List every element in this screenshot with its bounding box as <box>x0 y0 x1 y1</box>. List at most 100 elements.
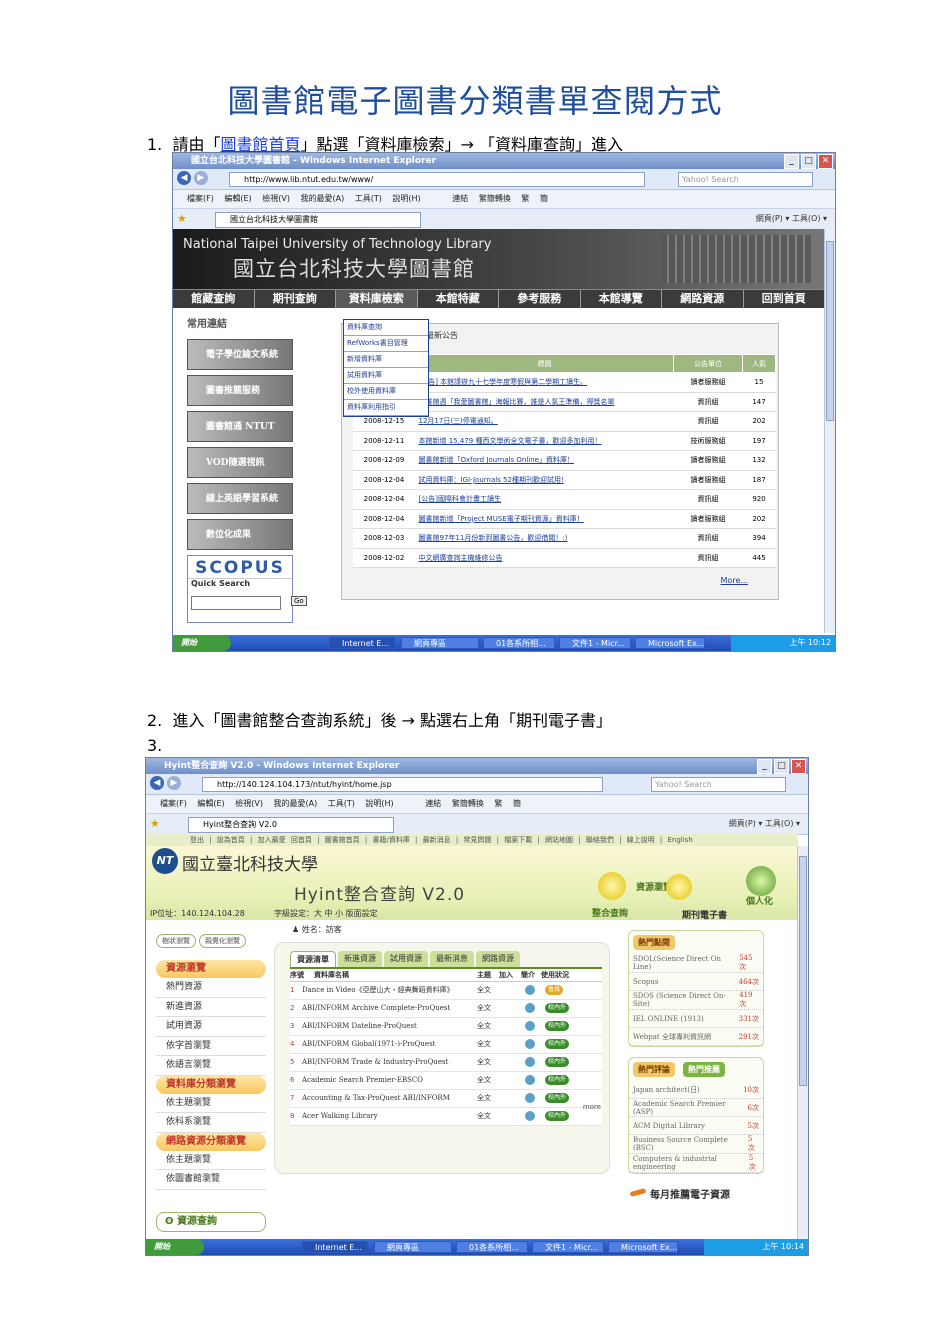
resource-more-link[interactable]: more <box>583 1103 601 1111</box>
menu-offcampus[interactable]: 校外使用資料庫 <box>344 384 428 400</box>
task-folder[interactable]: 01各系所相... <box>483 637 555 649</box>
menu-refworks[interactable]: RefWorks書目管理 <box>344 336 428 352</box>
close-button[interactable]: ✕ <box>818 154 833 169</box>
maximize-button[interactable]: □ <box>774 759 789 774</box>
news-title[interactable]: 中文網廣查詢主機維修公告 <box>415 548 674 568</box>
menu-extra[interactable]: 連結 繁簡轉換 繁 簡 <box>452 194 548 203</box>
url-field[interactable]: http://www.lib.ntut.edu.tw/www/ <box>229 172 645 187</box>
sidebar-by-letter[interactable]: 依字首瀏覽 <box>156 1037 266 1056</box>
tab-web-resources[interactable]: 網路資源 <box>476 951 520 967</box>
task-word[interactable]: 文件1 - Micr... <box>532 1241 604 1253</box>
maximize-button[interactable]: □ <box>801 154 816 169</box>
integrated-search-label[interactable]: 整合查詢 <box>592 906 628 919</box>
nav-catalog[interactable]: 館藏查詢 <box>173 290 255 308</box>
info-icon[interactable] <box>525 1111 535 1121</box>
search-box[interactable]: Yahoo! Search <box>678 172 813 187</box>
info-icon[interactable] <box>525 1021 535 1031</box>
scrollbar-thumb[interactable] <box>799 856 807 1086</box>
tab-trial-resources[interactable]: 試用資源 <box>384 951 428 967</box>
link-english[interactable]: 線上英語學習系統 <box>187 483 293 514</box>
personal-icon[interactable] <box>746 866 776 896</box>
nav-guide[interactable]: 本館導覽 <box>581 290 662 308</box>
section-web-category[interactable]: 網路資源分類瀏覽 <box>156 1132 266 1151</box>
resource-add[interactable] <box>503 1054 525 1071</box>
task-web[interactable]: 網頁專區 <box>374 1241 452 1253</box>
hot-item[interactable]: Japan architect(日) 10次 <box>629 1081 763 1099</box>
font-size-setting[interactable]: 字級設定：大 中 小 版面設定 <box>274 908 378 919</box>
resource-search-box[interactable]: ʘ 資源查詢 <box>156 1211 266 1232</box>
sidebar-web-library[interactable]: 依圖書館瀏覽 <box>156 1170 266 1190</box>
task-excel[interactable]: Microsoft Ex... <box>608 1241 678 1253</box>
hot-item[interactable]: SDOL(Science Direct On Line) 545次 <box>629 954 763 973</box>
forward-icon[interactable]: ▶ <box>193 171 208 185</box>
resource-name[interactable]: Accounting & Tax-ProQuest ABI/INFORM <box>302 1090 477 1107</box>
resource-name[interactable]: ABI/INFORM Global(1971-)-ProQuest <box>302 1036 477 1053</box>
resource-add[interactable] <box>503 1036 525 1053</box>
info-icon[interactable] <box>525 985 535 995</box>
nav-home[interactable]: 回到首頁 <box>744 290 825 308</box>
hot-item[interactable]: Webpat 全球專利資訊網 291次 <box>629 1028 763 1046</box>
hyint-top-links[interactable]: 登出 | 設為首頁 | 加入最愛 回首頁 | 圖書館首頁 | 書籍/資料庫 | … <box>146 834 798 846</box>
resource-name[interactable]: Academic Search Premier-EBSCO <box>302 1072 477 1089</box>
personal-label[interactable]: 個人化 <box>746 894 773 907</box>
hot-item[interactable]: Business Source Complete (BSC) 5次 <box>629 1135 763 1154</box>
link-etd[interactable]: 電子學位論文系統 <box>187 339 293 370</box>
sidebar-web-subject[interactable]: 依主題瀏覽 <box>156 1151 266 1170</box>
menu-database-query[interactable]: 資料庫查詢 <box>344 320 428 336</box>
resource-name[interactable]: ABI/INFORM Archive Complete-ProQuest <box>302 1000 477 1017</box>
task-excel[interactable]: Microsoft Ex... <box>635 637 705 649</box>
minimize-button[interactable]: _ <box>784 154 799 169</box>
news-title[interactable]: 12月17日(三)停電通知。 <box>415 411 674 432</box>
resource-name[interactable]: ABI/INFORM Trade & Industry-ProQuest <box>302 1054 477 1071</box>
task-web[interactable]: 網頁專區 <box>401 637 479 649</box>
news-title[interactable]: [公告]國際科會計畫工讀生 <box>415 489 674 510</box>
sidebar-by-dept[interactable]: 依科系瀏覽 <box>156 1113 266 1133</box>
tree-browse-pill[interactable]: 樹狀瀏覽 <box>156 934 196 948</box>
task-ie[interactable]: Internet E... <box>302 1241 368 1253</box>
scopus-search-input[interactable] <box>191 596 281 610</box>
browser-tab[interactable]: Hyint整合查詢 V2.0 <box>188 817 394 833</box>
hot-item[interactable]: Scopus 464次 <box>629 973 763 991</box>
command-bar[interactable]: 網頁(P) ▾ 工具(O) ▾ <box>729 818 800 829</box>
search-box[interactable]: Yahoo! Search <box>651 777 786 792</box>
task-ie[interactable]: Internet E... <box>329 637 395 649</box>
monthly-recommend[interactable]: 每月推薦電子資源 <box>628 1186 764 1201</box>
favorites-star-icon[interactable]: ★ <box>177 212 187 225</box>
tab-new-resources[interactable]: 新進資源 <box>338 951 382 967</box>
info-icon[interactable] <box>525 1003 535 1013</box>
tab-hot-reviews[interactable]: 熱門評論 <box>633 1062 675 1077</box>
info-icon[interactable] <box>525 1075 535 1085</box>
browser-tab[interactable]: 國立台北科技大學圖書館 <box>215 212 421 228</box>
sidebar-hot[interactable]: 熱門資源 <box>156 978 266 998</box>
scopus-logo[interactable]: SCOPUS <box>188 558 292 579</box>
info-icon[interactable] <box>525 1093 535 1103</box>
link-recommend[interactable]: 圖書推薦服務 <box>187 375 293 406</box>
news-title[interactable]: 圖書館週「我愛圖書館」海報比賽，誰是人氣王準備，得獎名單 <box>415 392 674 412</box>
hot-item[interactable]: Computers & industrial engineering 5次 <box>629 1154 763 1173</box>
sidebar-by-language[interactable]: 依語言瀏覽 <box>156 1056 266 1076</box>
periodical-icon[interactable] <box>666 874 692 900</box>
resource-add[interactable] <box>503 1108 525 1125</box>
close-button[interactable]: ✕ <box>791 759 806 774</box>
forward-icon[interactable]: ▶ <box>166 776 181 790</box>
back-icon[interactable]: ◀ <box>177 171 191 185</box>
menu-items[interactable]: 檔案(F) 編輯(E) 檢視(V) 我的最愛(A) 工具(T) 說明(H) <box>160 799 394 808</box>
visual-browse-pill[interactable]: 親覺化瀏覽 <box>199 934 246 948</box>
task-folder[interactable]: 01各系所相... <box>456 1241 528 1253</box>
scrollbar-thumb[interactable] <box>826 241 834 421</box>
hot-item[interactable]: SDOS (Science Direct On-Site) 419次 <box>629 991 763 1010</box>
news-title[interactable]: 試用資料庫：IGI-Journals 52種期刊歡迎試用! <box>415 470 674 490</box>
sidebar-new[interactable]: 新進資源 <box>156 998 266 1017</box>
nav-web[interactable]: 網路資源 <box>662 290 744 308</box>
hot-item[interactable]: IEL ONLINE (1913) 331次 <box>629 1010 763 1028</box>
info-icon[interactable] <box>525 1057 535 1067</box>
news-title[interactable]: 圖書館新增「Oxford Journals Online」資料庫！ <box>415 450 674 471</box>
start-button[interactable]: 開始 <box>173 635 231 651</box>
section-db-category[interactable]: 資料庫分類瀏覽 <box>156 1075 266 1094</box>
news-title[interactable]: 圖書館97年11月份新到圖書公告，歡迎借閱！:) <box>415 528 674 549</box>
sidebar-trial[interactable]: 試用資源 <box>156 1017 266 1037</box>
scopus-go-button[interactable]: Go <box>291 596 307 606</box>
menu-trial-database[interactable]: 試用資料庫 <box>344 368 428 384</box>
resource-browse-icon[interactable] <box>598 872 626 900</box>
url-field[interactable]: http://140.124.104.173/ntut/hyint/home.j… <box>202 777 603 792</box>
